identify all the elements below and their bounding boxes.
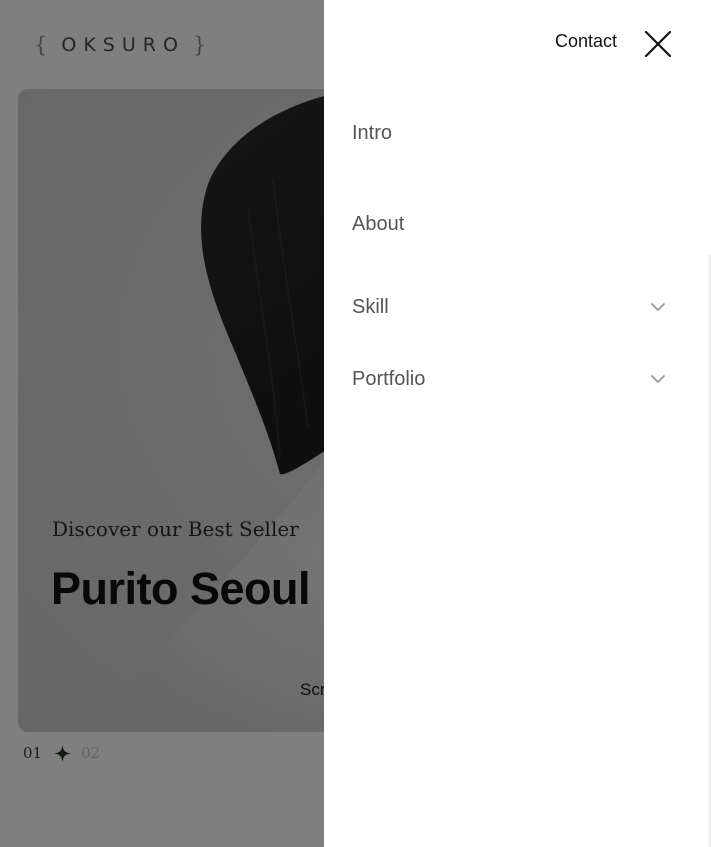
nav-item-label: About [352, 212, 405, 235]
nav-item-about[interactable]: About [352, 209, 672, 239]
nav-item-label: Portfolio [352, 367, 426, 390]
close-icon [644, 30, 672, 58]
nav-item-label: Intro [352, 121, 393, 144]
nav-drawer: Contact Intro About Skill Portfolio [324, 0, 711, 847]
chevron-down-icon[interactable] [651, 302, 665, 312]
nav-item-label: Skill [352, 295, 389, 318]
nav-item-skill[interactable]: Skill [352, 292, 672, 322]
nav-item-portfolio[interactable]: Portfolio [352, 364, 672, 394]
chevron-down-icon[interactable] [651, 374, 665, 384]
nav-item-intro[interactable]: Intro [352, 118, 672, 148]
contact-link[interactable]: Contact [555, 31, 617, 52]
close-button[interactable] [642, 28, 674, 60]
